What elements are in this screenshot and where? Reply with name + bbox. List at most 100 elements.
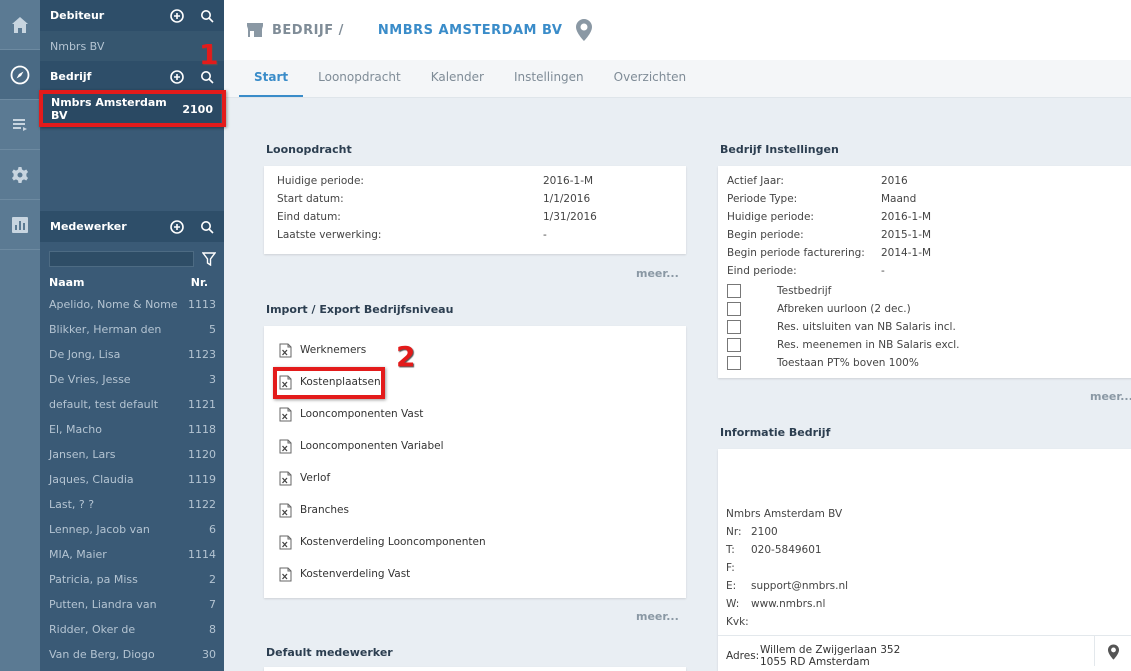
- add-bedrijf-button[interactable]: [169, 69, 184, 84]
- company-name: Nmbrs Amsterdam BV: [726, 508, 843, 520]
- map-pin-icon[interactable]: [1108, 644, 1119, 660]
- home-nav[interactable]: [0, 0, 40, 50]
- add-debiteur-button[interactable]: [169, 8, 184, 23]
- import-export-label: Kostenverdeling Vast: [300, 568, 411, 580]
- loonopdracht-meer-link[interactable]: meer...: [636, 267, 679, 280]
- gear-icon: [12, 166, 28, 183]
- import-export-title: Import / Export Bedrijfsniveau: [266, 303, 454, 316]
- filter-icon[interactable]: [202, 252, 216, 266]
- checkbox[interactable]: [727, 302, 741, 316]
- list-icon: [13, 118, 27, 131]
- employee-list-item[interactable]: Apelido, Nome & Nome 1113: [40, 292, 224, 317]
- checkbox-label: Testbedrijf: [777, 285, 832, 297]
- instellingen-meer-link[interactable]: meer...: [1090, 390, 1131, 403]
- checkbox[interactable]: [727, 320, 741, 334]
- default-medewerker-card: [264, 667, 686, 671]
- checkbox-label: Res. meenemen in NB Salaris excl.: [777, 339, 960, 351]
- import-export-item[interactable]: Verlof: [264, 462, 686, 494]
- search-icon: [200, 9, 214, 23]
- col-nr-header[interactable]: Nr.: [191, 276, 208, 289]
- import-export-item[interactable]: Kostenverdeling Vast: [264, 558, 686, 590]
- list-nav[interactable]: [0, 100, 40, 150]
- settings-checkbox-row: Toestaan PT% boven 100%: [719, 354, 1129, 372]
- tab-overzichten[interactable]: Overzichten: [599, 70, 701, 97]
- employee-number: 1122: [188, 498, 216, 511]
- employee-list: Apelido, Nome & Nome 1113 Blikker, Herman …: [40, 292, 224, 671]
- employee-number: 1118: [188, 423, 216, 436]
- import-export-item[interactable]: Kostenverdeling Looncomponenten: [264, 526, 686, 558]
- employee-number: 3: [209, 373, 216, 386]
- employee-list-item[interactable]: El, Macho 1118: [40, 417, 224, 442]
- checkbox[interactable]: [727, 338, 741, 352]
- settings-checkbox-row: Res. meenemen in NB Salaris excl.: [719, 336, 1129, 354]
- compass-nav[interactable]: [0, 50, 40, 100]
- import-export-meer-link[interactable]: meer...: [636, 610, 679, 623]
- employee-list-item[interactable]: Blikker, Herman den 5: [40, 317, 224, 342]
- import-export-item[interactable]: Looncomponenten Variabel: [264, 430, 686, 462]
- employee-list-item[interactable]: Last, ? ? 1122: [40, 492, 224, 517]
- settings-checkbox-row: Res. uitsluiten van NB Salaris incl.: [719, 318, 1129, 336]
- employee-number: 7: [209, 598, 216, 611]
- employee-list-item[interactable]: De Jong, Lisa 1123: [40, 342, 224, 367]
- excel-file-icon: [279, 407, 292, 421]
- informatie-card: Nmbrs Amsterdam BV Nr: 2100 T: 020-5849601…: [718, 449, 1131, 671]
- settings-checkbox-row: Testbedrijf: [719, 282, 1129, 300]
- settings-nav[interactable]: [0, 150, 40, 200]
- tab-instellingen[interactable]: Instellingen: [499, 70, 599, 97]
- excel-file-icon: [279, 535, 292, 549]
- employee-list-item[interactable]: Worst, Frederikk1: [40, 667, 224, 671]
- employee-filter-input[interactable]: [49, 251, 194, 267]
- instellingen-card: Actief Jaar: 2016 Periode Type: Maand Huid…: [718, 166, 1131, 378]
- employee-list-item[interactable]: Jaques, Claudia 1119: [40, 467, 224, 492]
- checkbox[interactable]: [727, 356, 741, 370]
- employee-list-item[interactable]: Van de Berg, Diogo 30: [40, 642, 224, 667]
- compass-icon: [10, 65, 30, 84]
- employee-list-item[interactable]: Lennep, Jacob van 6: [40, 517, 224, 542]
- breadcrumb-bedrijf[interactable]: BEDRIJF /: [272, 23, 344, 38]
- import-export-item[interactable]: Branches: [264, 494, 686, 526]
- kv-row: Huidige periode: 2016-1-M: [277, 175, 594, 187]
- plus-circle-icon: [169, 69, 184, 84]
- add-medewerker-button[interactable]: [169, 219, 184, 234]
- search-medewerker-button[interactable]: [199, 219, 214, 234]
- debiteur-title: Debiteur: [50, 9, 105, 22]
- excel-file-icon: [279, 343, 292, 357]
- employee-name: Ridder, Oker de: [49, 623, 136, 636]
- employee-filter-row: [40, 246, 224, 272]
- employee-list-item[interactable]: De Vries, Jesse 3: [40, 367, 224, 392]
- informatie-title: Informatie Bedrijf: [720, 426, 831, 439]
- employee-list-item[interactable]: MIA, Maier 1114: [40, 542, 224, 567]
- import-export-label: Looncomponenten Vast: [300, 408, 424, 420]
- employee-number: 5: [209, 323, 216, 336]
- tab-loonopdracht[interactable]: Loonopdracht: [303, 70, 416, 97]
- store-icon: [247, 23, 263, 37]
- checkbox[interactable]: [727, 284, 741, 298]
- import-export-label: Verlof: [300, 472, 331, 484]
- tab-start[interactable]: Start: [239, 70, 304, 97]
- col-name-header[interactable]: Naam: [49, 276, 85, 289]
- debiteur-item[interactable]: Nmbrs BV: [40, 31, 224, 61]
- tab-kalender[interactable]: Kalender: [416, 70, 499, 97]
- bar-chart-icon: [12, 216, 28, 233]
- map-pin-icon[interactable]: [576, 19, 593, 41]
- highlight-box-2: [273, 367, 385, 399]
- employee-list-item[interactable]: Patricia, pa Miss 2: [40, 567, 224, 592]
- search-debiteur-button[interactable]: [199, 8, 214, 23]
- excel-file-icon: [279, 439, 292, 453]
- loonopdracht-card: Huidige periode: 2016-1-M Start datum: 1/1…: [264, 166, 686, 254]
- reports-nav[interactable]: [0, 200, 40, 250]
- search-bedrijf-button[interactable]: [199, 69, 214, 84]
- address-row: Adres: Willem de Zwijgerlaan 352 1055 RD…: [718, 635, 1131, 668]
- employee-list-item[interactable]: default, test default 1121: [40, 392, 224, 417]
- employee-number: 1123: [188, 348, 216, 361]
- medewerker-title: Medewerker: [50, 220, 127, 233]
- employee-name: Patricia, pa Miss: [49, 573, 138, 586]
- import-export-item[interactable]: Looncomponenten Vast: [264, 398, 686, 430]
- top-bar: BEDRIJF / NMBRS AMSTERDAM BV: [224, 0, 1131, 60]
- employee-list-item[interactable]: Putten, Liandra van 7: [40, 592, 224, 617]
- employee-list-item[interactable]: Jansen, Lars 1120: [40, 442, 224, 467]
- import-export-item[interactable]: Werknemers: [264, 334, 686, 366]
- plus-circle-icon: [169, 219, 184, 234]
- bedrijf-header: Bedrijf: [40, 61, 224, 92]
- employee-list-item[interactable]: Ridder, Oker de 8: [40, 617, 224, 642]
